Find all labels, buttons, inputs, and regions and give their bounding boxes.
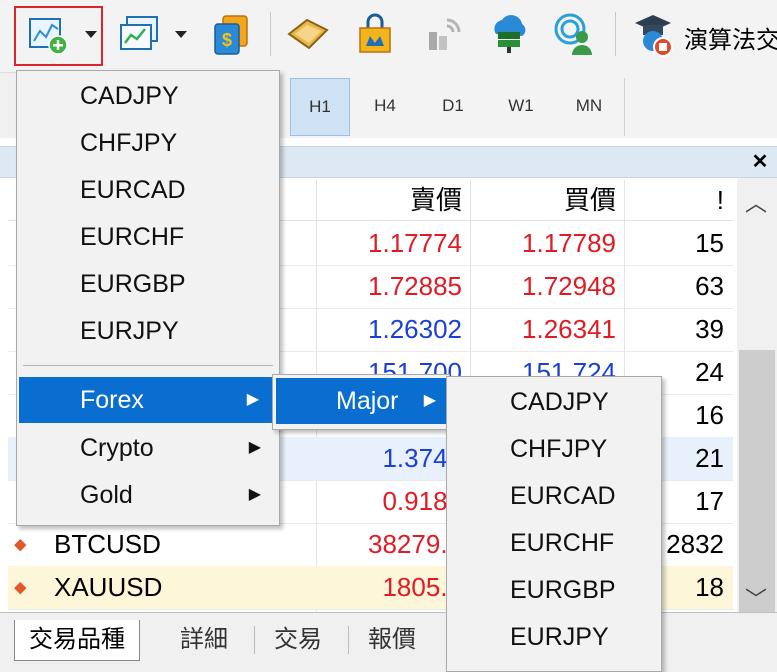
menu-item-recent[interactable]: EURGBP [17,261,279,307]
menu-item-recent[interactable]: CHFJPY [17,120,279,166]
vps-button[interactable] [418,8,468,60]
menu-item-symbol[interactable]: CHFJPY [447,426,661,472]
bid-cell: 0.9187 [382,486,462,516]
bid-cell: 38279.6 [368,529,462,559]
timeframe-h1[interactable]: H1 [290,78,350,136]
algo-trading-label[interactable]: 演算法交 [684,20,777,55]
menu-item-label: CADJPY [510,388,609,416]
spread-cell: 63 [695,271,724,301]
submenu-arrow-icon: ▶ [423,392,436,409]
hosting-icon [494,15,526,53]
price-down-icon: ⬥ [14,534,27,554]
menu-item-label: EURCAD [80,176,186,204]
symbol-name: BTCUSD [54,529,161,559]
bid-cell: 1805.9 [382,572,462,602]
submenu-arrow-icon: ▶ [246,391,259,408]
forex-submenu: Major ▶ [272,374,450,430]
menu-item-label: CHFJPY [80,129,178,157]
scroll-up-icon[interactable]: ︿ [745,186,767,218]
menu-item-label: EURJPY [510,623,609,651]
menu-item-recent[interactable]: EURJPY [17,308,279,354]
signals-icon [287,18,329,50]
chart-templates-icon [120,16,158,50]
divider [624,78,625,136]
community-icon [554,13,592,55]
menu-item-label: EURGBP [80,270,186,298]
timeframe-h4[interactable]: H4 [356,78,414,134]
tab-details[interactable]: 詳細 [166,620,242,660]
menu-item-label: Forex [80,386,144,414]
bid-cell: 1.3746 [382,443,462,473]
submenu-arrow-icon: ▶ [248,439,261,456]
menu-item-symbol[interactable]: EURCAD [447,473,661,519]
menu-item-label: Gold [80,481,133,509]
community-button[interactable] [550,8,600,60]
scroll-down-icon[interactable]: ﹀ [745,582,767,614]
menu-item-symbol[interactable]: EURJPY [447,614,661,660]
algo-trading-icon [635,15,673,57]
focus-highlight [14,6,103,66]
tab-quotes[interactable]: 報價 [354,620,430,660]
spread-cell: 39 [695,314,724,344]
menu-item-crypto[interactable]: Crypto ▶ [17,425,279,471]
timeframe-w1[interactable]: W1 [492,78,550,134]
close-icon[interactable]: ✕ [748,148,772,174]
toolbar: $ 演算法交 [0,0,777,73]
bid-cell: 1.72885 [368,271,462,301]
ask-cell: 1.26341 [522,314,616,344]
major-submenu: CADJPY CHFJPY EURCAD EURCHF EURGBP EURJP… [446,376,662,672]
column-header-bid[interactable]: 賣價 [318,180,462,220]
algo-trading-button[interactable] [628,8,680,60]
menu-item-recent[interactable]: EURCAD [17,167,279,213]
menu-item-recent[interactable]: EURCHF [17,214,279,260]
tab-symbols[interactable]: 交易品種 [14,620,140,661]
new-chart-menu: CADJPY CHFJPY EURCAD EURCHF EURGBP EURJP… [16,70,280,526]
submenu-arrow-icon: ▶ [248,486,261,503]
bid-cell: 1.17774 [368,228,462,258]
vps-icon [429,18,461,50]
market-button[interactable] [350,8,400,60]
symbol-name: XAUUSD [54,572,163,602]
menu-item-symbol[interactable]: EURCHF [447,520,661,566]
menu-item-label: EURCAD [510,482,616,510]
svg-text:$: $ [222,30,232,50]
menu-item-gold[interactable]: Gold ▶ [17,472,279,518]
menu-item-forex[interactable]: Forex ▶ [19,377,277,423]
menu-item-label: CHFJPY [510,435,608,463]
menu-item-recent[interactable]: CADJPY [17,73,279,119]
menu-item-label: EURJPY [80,317,179,345]
menu-item-label: Crypto [80,434,154,462]
menu-item-major[interactable]: Major ▶ [276,378,446,424]
column-header-ask[interactable]: 買價 [472,180,616,220]
signals-button[interactable] [283,8,333,60]
menu-item-label: EURGBP [510,576,616,604]
chevron-down-icon [175,30,187,38]
menu-item-symbol[interactable]: CADJPY [447,379,661,425]
ask-cell: 1.17789 [522,228,616,258]
spread-cell: 15 [695,228,724,258]
hosting-button[interactable] [484,8,534,60]
menu-item-label: EURCHF [510,529,615,557]
price-down-icon: ⬥ [14,577,27,597]
menu-item-label: CADJPY [80,82,179,110]
market-icon [359,13,391,53]
timeframe-d1[interactable]: D1 [424,78,482,134]
menu-item-label: Major [336,387,399,415]
chart-templates-button[interactable] [114,8,164,60]
column-header-spread[interactable]: ! [626,180,724,220]
timeframe-mn[interactable]: MN [560,78,618,134]
menu-separator [23,365,273,366]
scrollbar-thumb[interactable] [739,350,775,620]
bid-cell: 1.26302 [368,314,462,344]
tab-trading[interactable]: 交易 [260,620,336,660]
deposit-icon: $ [214,15,248,55]
menu-item-label: EURCHF [80,223,185,251]
ask-cell: 1.72948 [522,271,616,301]
deposit-button[interactable]: $ [206,8,256,60]
templates-dropdown[interactable] [172,8,190,60]
menu-item-symbol[interactable]: EURGBP [447,567,661,613]
